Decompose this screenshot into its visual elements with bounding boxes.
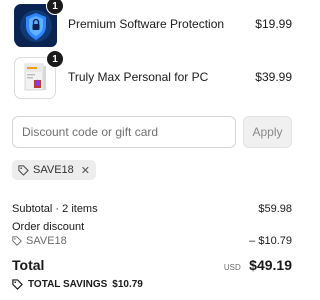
applied-discount-code: SAVE18	[33, 164, 74, 176]
product-name: Truly Max Personal for PC	[68, 70, 209, 84]
tag-icon	[12, 236, 22, 246]
subtotal-value: $59.98	[258, 203, 292, 215]
apply-discount-button[interactable]: Apply	[243, 116, 292, 148]
total-row: Total USD $49.19	[12, 257, 292, 275]
subtotal-label: Subtotal · 2 items	[12, 203, 98, 215]
discount-code-label: SAVE18	[26, 235, 67, 247]
discount-code-row: SAVE18 – $10.79	[12, 235, 292, 247]
applied-discount-chip: SAVE18 ✕	[12, 160, 96, 180]
discount-value: – $10.79	[249, 235, 292, 247]
currency-code: USD	[223, 263, 241, 272]
tag-icon	[18, 164, 29, 176]
quantity-badge: 1	[46, 0, 64, 15]
cart-item: 1 Premium Software Protection $19.99	[14, 0, 292, 48]
order-discount-label: Order discount	[12, 221, 85, 233]
total-savings-value: $10.79	[112, 279, 143, 290]
cart-item: 1 Truly Max Personal for PC $39.99	[14, 50, 292, 101]
quantity-badge: 1	[46, 50, 64, 68]
total-savings-label: TOTAL SAVINGS	[28, 279, 108, 290]
total-label: Total	[12, 257, 45, 273]
total-value: $49.19	[249, 257, 292, 273]
remove-discount-icon[interactable]: ✕	[81, 164, 90, 177]
product-name: Premium Software Protection	[68, 17, 225, 31]
tag-icon	[12, 279, 23, 290]
subtotal-row: Subtotal · 2 items $59.98	[12, 203, 292, 215]
product-price: $39.99	[255, 70, 292, 84]
total-savings: TOTAL SAVINGS $10.79	[12, 279, 143, 290]
discount-code-info: SAVE18	[12, 235, 67, 247]
order-discount-row: Order discount	[12, 221, 292, 233]
discount-code-input[interactable]	[12, 116, 236, 148]
product-price: $19.99	[255, 17, 292, 31]
